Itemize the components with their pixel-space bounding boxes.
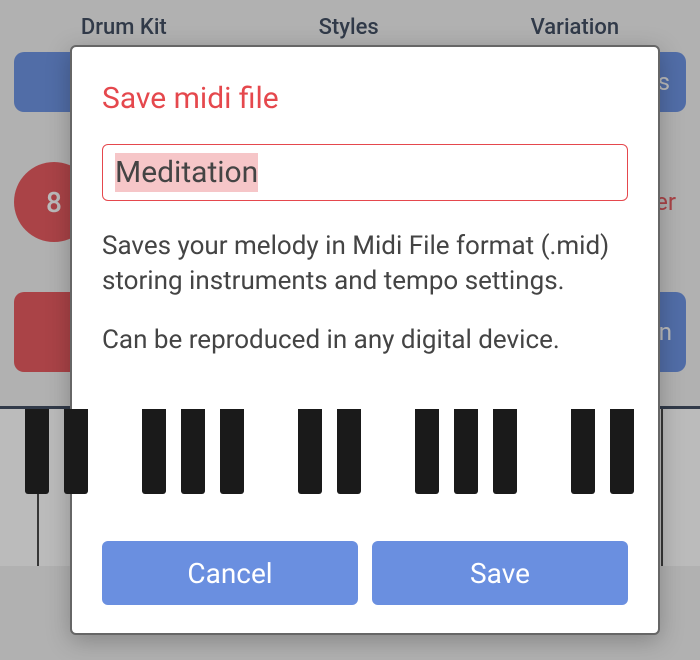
description-line-1: Saves your melody in Midi File format (.… (102, 229, 628, 299)
black-key[interactable] (220, 409, 244, 494)
cancel-button[interactable]: Cancel (102, 541, 358, 605)
filename-input[interactable]: Meditation (102, 144, 628, 201)
save-midi-dialog: Save midi file Meditation Saves your mel… (70, 45, 660, 635)
black-key[interactable] (298, 409, 322, 494)
description-line-2: Can be reproduced in any digital device. (102, 323, 628, 358)
dialog-actions: Cancel Save (102, 541, 628, 605)
dialog-title: Save midi file (102, 81, 628, 116)
black-key[interactable] (415, 409, 439, 494)
black-key[interactable] (337, 409, 361, 494)
black-key[interactable] (493, 409, 517, 494)
save-button[interactable]: Save (372, 541, 628, 605)
black-key[interactable] (25, 409, 49, 494)
black-key[interactable] (142, 409, 166, 494)
black-key[interactable] (610, 409, 634, 494)
black-key[interactable] (571, 409, 595, 494)
black-key[interactable] (64, 409, 88, 494)
black-key[interactable] (181, 409, 205, 494)
black-key[interactable] (454, 409, 478, 494)
